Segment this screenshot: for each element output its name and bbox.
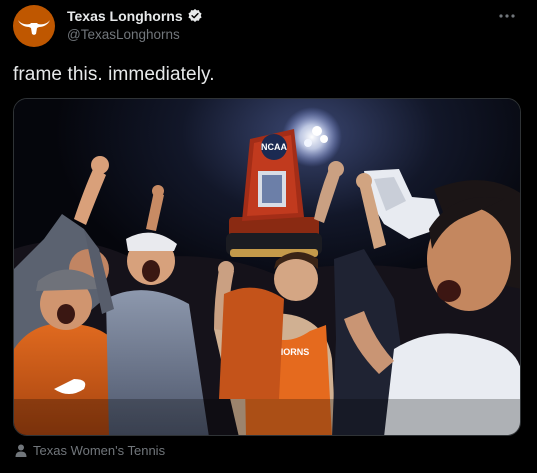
trophy-text: NCAA <box>261 142 287 152</box>
person-icon <box>15 444 27 457</box>
longhorn-logo-icon <box>18 20 50 35</box>
tweet-photo[interactable]: NCAA <box>13 98 521 436</box>
avatar[interactable] <box>13 5 55 47</box>
more-options-button[interactable] <box>495 6 519 26</box>
media-caption: Texas Women's Tennis <box>15 443 165 458</box>
account-name-row: Texas Longhorns <box>67 8 203 24</box>
verified-badge-icon <box>188 9 202 22</box>
account-handle[interactable]: @TexasLonghorns <box>67 27 180 42</box>
celebration-photo: NCAA <box>14 99 520 435</box>
tweet-card: Texas Longhorns @TexasLonghorns frame th… <box>0 0 537 473</box>
more-options-icon <box>499 14 515 18</box>
display-name[interactable]: Texas Longhorns <box>67 8 183 24</box>
caption-text[interactable]: Texas Women's Tennis <box>33 443 165 458</box>
tweet-text: frame this. immediately. <box>13 64 215 85</box>
